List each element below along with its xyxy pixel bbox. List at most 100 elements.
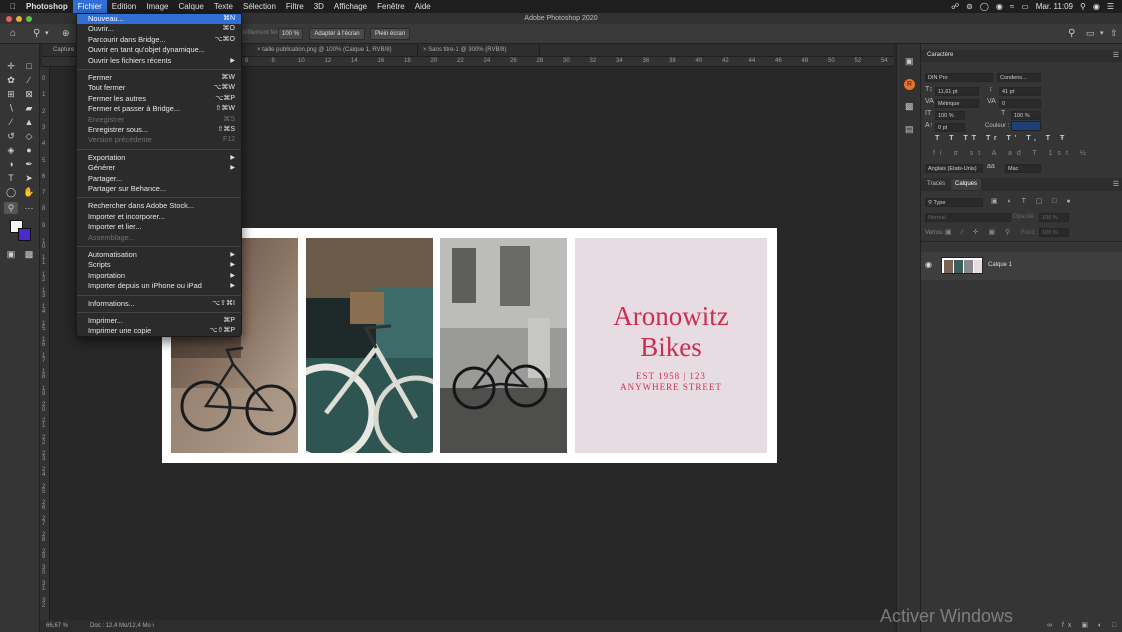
- menu-item-tout-fermer[interactable]: Tout fermer ⌥⌘W: [77, 83, 241, 93]
- layers-menu-icon[interactable]: ☰: [1113, 180, 1119, 188]
- marquee-tool-icon[interactable]: □: [22, 60, 36, 72]
- fit-screen-button[interactable]: Adapter à l'écran: [309, 28, 365, 40]
- lasso-tool-icon[interactable]: ✿: [4, 74, 18, 86]
- text-color-swatch[interactable]: [1011, 121, 1041, 131]
- menu-item-nouveau[interactable]: Nouveau... ⌘N: [77, 14, 241, 24]
- menu-item-importer-depuis-un-iphone-ou-ipad[interactable]: Importer depuis un iPhone ou iPad ▶: [77, 281, 241, 291]
- layer-name[interactable]: Calque 1: [988, 262, 1012, 268]
- blend-mode-select[interactable]: Normal: [925, 213, 1011, 222]
- airplay-icon[interactable]: ▭: [1021, 2, 1029, 11]
- libraries-icon[interactable]: ▩: [905, 101, 914, 112]
- menu-item-fermer[interactable]: Fermer ⌘W: [77, 73, 241, 83]
- menu-item-importer-et-lier[interactable]: Importer et lier...: [77, 222, 241, 232]
- blur-tool-icon[interactable]: ●: [22, 144, 36, 156]
- menu-fichier[interactable]: Fichier: [72, 0, 107, 13]
- baseline-field[interactable]: 0 pt: [935, 123, 965, 132]
- tab-calques[interactable]: Calques: [951, 179, 982, 190]
- zoom-value-field[interactable]: 100 %: [278, 28, 303, 40]
- menu-item-rechercher-dans-adobe-stock[interactable]: Rechercher dans Adobe Stock...: [77, 201, 241, 211]
- menu-item-partager[interactable]: Partager...: [77, 174, 241, 184]
- menu-item-ouvrir-les-fichiers-recents[interactable]: Ouvrir les fichiers récents ▶: [77, 56, 241, 66]
- menu-item-exportation[interactable]: Exportation ▶: [77, 153, 241, 163]
- zoom-tool-icon[interactable]: ⚲: [33, 28, 40, 39]
- creative-cloud-icon[interactable]: ☍: [951, 2, 959, 11]
- eye-icon[interactable]: ◉: [925, 260, 932, 269]
- antialias-select[interactable]: Mac: [1005, 164, 1041, 173]
- wifi-icon[interactable]: ≈: [1010, 2, 1014, 11]
- workspace-chevron-icon[interactable]: ▾: [1100, 29, 1104, 37]
- bucket-tool-icon[interactable]: ◈: [4, 144, 18, 156]
- workspace-icon[interactable]: ▭: [1086, 28, 1095, 39]
- menu-item-imprimer[interactable]: Imprimer... ⌘P: [77, 316, 241, 326]
- move-tool-icon[interactable]: ✛: [4, 60, 18, 72]
- layer-filter-buttons[interactable]: ▣ ◐ T ▢ □ ●: [991, 197, 1075, 205]
- dodge-tool-icon[interactable]: ◑: [4, 158, 18, 170]
- 3d-icon[interactable]: ▣: [905, 56, 914, 67]
- layers-footer-buttons[interactable]: ∞ fx ▣ ◐ □ ✚ □: [1047, 621, 1122, 629]
- close-window-icon[interactable]: [6, 16, 12, 22]
- font-family-select[interactable]: DIN Pro: [925, 73, 993, 82]
- spotlight-icon[interactable]: ⚲: [1080, 2, 1086, 11]
- healing-tool-icon[interactable]: ▰: [22, 102, 36, 114]
- menu-selection[interactable]: Sélection: [238, 0, 281, 13]
- quick-mask-icon[interactable]: ▣: [4, 248, 18, 260]
- document-canvas[interactable]: Aronowitz Bikes EST 1958 | 123 ANYWHERE …: [162, 228, 777, 463]
- screen-mode-icon[interactable]: ▩: [22, 248, 36, 260]
- menu-item-enregistrer-sous[interactable]: Enregistrer sous... ⇧⌘S: [77, 125, 241, 135]
- menu-item-ouvrir-en-tant-qu-objet-dynamique[interactable]: Ouvrir en tant qu'objet dynamique...: [77, 45, 241, 55]
- record-icon[interactable]: ◉: [996, 2, 1003, 11]
- menu-item-fermer-et-passer-a-bridge[interactable]: Fermer et passer à Bridge... ⇧⌘W: [77, 104, 241, 114]
- menu-aide[interactable]: Aide: [410, 0, 436, 13]
- zoom-window-icon[interactable]: [26, 16, 32, 22]
- search-icon[interactable]: ⚲: [1068, 28, 1075, 39]
- hand-tool-icon[interactable]: ✋: [22, 186, 36, 198]
- menu-item-fermer-les-autres[interactable]: Fermer les autres ⌥⌘P: [77, 94, 241, 104]
- learn-icon[interactable]: R: [904, 79, 915, 90]
- clock[interactable]: Mar. 11:09: [1036, 2, 1073, 11]
- menu-item-generer[interactable]: Générer ▶: [77, 163, 241, 173]
- layer-row[interactable]: ◉ Calque 1: [921, 252, 1122, 280]
- menu-item-partager-sur-behance[interactable]: Partager sur Behance...: [77, 184, 241, 194]
- menu-calque[interactable]: Calque: [174, 0, 209, 13]
- menu-item-scripts[interactable]: Scripts ▶: [77, 260, 241, 270]
- doc-size[interactable]: Doc : 12,4 Mo/12,4 Mo: [90, 620, 151, 632]
- menu-item-parcourir-dans-bridge[interactable]: Parcourir dans Bridge... ⌥⌘O: [77, 35, 241, 45]
- fullscreen-button[interactable]: Plein écran: [370, 28, 410, 40]
- type-tool-icon[interactable]: T: [4, 172, 18, 184]
- ellipse-tool-icon[interactable]: ◯: [4, 186, 18, 198]
- menu-edition[interactable]: Edition: [107, 0, 141, 13]
- menu-3d[interactable]: 3D: [309, 0, 329, 13]
- kerning-field[interactable]: Métrique: [935, 99, 979, 108]
- tracking-field[interactable]: 0: [999, 99, 1041, 108]
- home-icon[interactable]: ⌂: [10, 28, 16, 39]
- status-chevron-icon[interactable]: ›: [152, 620, 154, 632]
- tab-traces[interactable]: Tracés: [923, 179, 949, 190]
- menu-filtre[interactable]: Filtre: [281, 0, 309, 13]
- user-icon[interactable]: ◉: [1093, 2, 1100, 11]
- fill-field[interactable]: 100 %: [1039, 228, 1069, 237]
- font-style-select[interactable]: Condens...: [997, 73, 1041, 82]
- pen-tool-icon[interactable]: ✒: [22, 158, 36, 170]
- opacity-field[interactable]: 100 %: [1039, 213, 1069, 222]
- menu-texte[interactable]: Texte: [209, 0, 238, 13]
- language-select[interactable]: Anglais (Etats-Unis): [925, 164, 983, 173]
- menu-item-imprimer-une-copie[interactable]: Imprimer une copie ⌥⇧⌘P: [77, 326, 241, 336]
- layer-filter-select[interactable]: ⚲ Type: [925, 198, 983, 207]
- tab-taille-publication[interactable]: × taille publication.png @ 100% (Calque …: [254, 44, 418, 57]
- tab-caractere[interactable]: Caractère: [923, 50, 957, 61]
- zoom-tool-active-icon[interactable]: ⚲: [4, 202, 18, 214]
- more-tools-icon[interactable]: ⋯: [22, 202, 36, 214]
- menu-fenetre[interactable]: Fenêtre: [372, 0, 410, 13]
- timer-icon[interactable]: ◯: [980, 2, 989, 11]
- frame-tool-icon[interactable]: ⊠: [22, 88, 36, 100]
- menu-item-importer-et-incorporer[interactable]: Importer et incorporer...: [77, 212, 241, 222]
- properties-icon[interactable]: ▤: [905, 124, 914, 135]
- crop-tool-icon[interactable]: ⊞: [4, 88, 18, 100]
- menu-item-informations[interactable]: Informations... ⌥⇧⌘I: [77, 299, 241, 309]
- brush-tool-icon[interactable]: ∕: [4, 116, 18, 128]
- sync-icon[interactable]: ⊜: [966, 2, 973, 11]
- leading-field[interactable]: 41 pt: [999, 87, 1041, 96]
- menu-item-ouvrir[interactable]: Ouvrir... ⌘O: [77, 24, 241, 34]
- menu-photoshop[interactable]: Photoshop: [21, 0, 73, 13]
- menu-image[interactable]: Image: [141, 0, 173, 13]
